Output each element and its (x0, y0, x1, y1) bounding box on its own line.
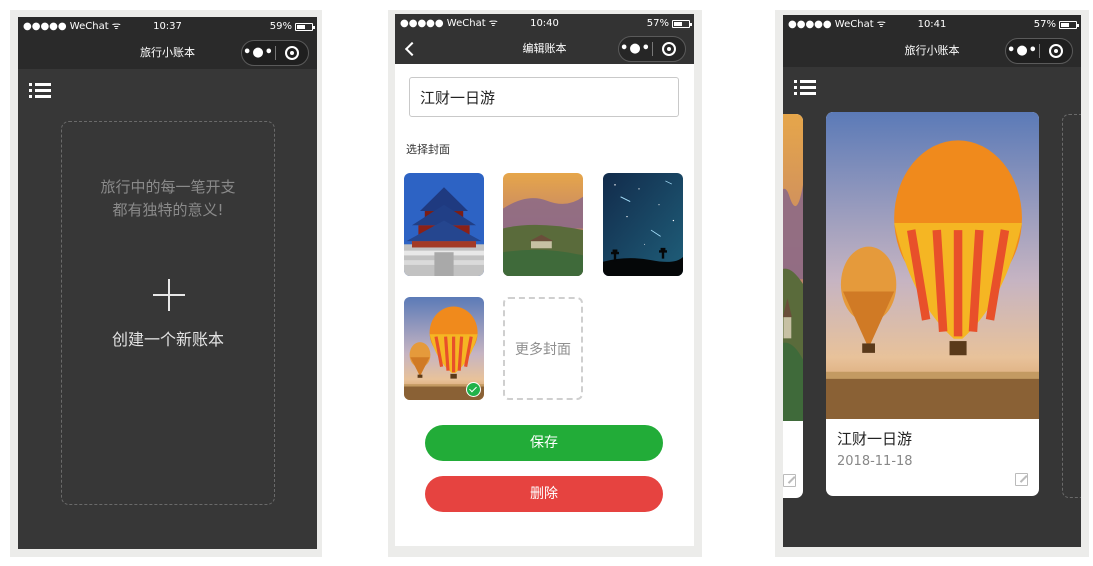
battery-indicator: 57% (646, 14, 692, 33)
more-covers-label: 更多封面 (515, 341, 571, 358)
battery-icon (672, 19, 692, 28)
phone-frame-home: ●●●●● WeChat ᯤ 10:37 59% 旅行小账本 •●• 旅行中的每… (10, 10, 322, 557)
cover-option-hills[interactable] (503, 173, 583, 276)
night-sky-cover-image (603, 173, 683, 276)
nav-bar: 编辑账本 •●• (395, 33, 694, 64)
cover-section-label: 选择封面 (406, 143, 450, 156)
more-menu-button[interactable]: •●• (242, 40, 275, 66)
create-book-label: 创建一个新账本 (111, 330, 224, 349)
cover-option-night-sky[interactable] (603, 173, 683, 276)
more-menu-button[interactable]: •●• (1006, 38, 1039, 64)
battery-fill (1061, 22, 1069, 27)
selected-check-icon (466, 382, 481, 397)
battery-percent: 59% (269, 21, 292, 32)
edit-icon[interactable] (1015, 473, 1028, 486)
target-icon (1049, 44, 1063, 58)
close-mini-program-button[interactable] (276, 46, 308, 60)
home-screen: ●●●●● WeChat ᯤ 10:37 59% 旅行小账本 •●• 旅行中的每… (18, 17, 317, 549)
edit-icon[interactable] (783, 474, 796, 487)
mini-program-capsule: •●• (1005, 38, 1073, 64)
close-mini-program-button[interactable] (653, 42, 685, 56)
more-covers-button[interactable]: 更多封面 (503, 297, 583, 400)
book-name-input[interactable] (409, 77, 679, 117)
battery-indicator: 57% (1033, 15, 1079, 34)
status-bar: ●●●●● WeChat ᯤ 10:41 57% (783, 15, 1081, 34)
previous-book-cover-image (783, 114, 803, 421)
nav-bar: 旅行小账本 •●• (18, 36, 317, 69)
slogan: 旅行中的每一笔开支 都有独特的意义! (62, 176, 274, 222)
cover-option-temple[interactable] (404, 173, 484, 276)
more-menu-button[interactable]: •●• (619, 36, 652, 62)
next-book-card[interactable] (1062, 114, 1081, 498)
delete-button[interactable]: 删除 (425, 476, 663, 512)
target-icon (285, 46, 299, 60)
create-book-card[interactable]: 旅行中的每一笔开支 都有独特的意义! 创建一个新账本 (61, 121, 275, 505)
book-card[interactable]: 江财一日游 2018-11-18 (826, 112, 1039, 496)
hills-cover-image (503, 173, 583, 276)
list-menu-icon[interactable] (29, 83, 51, 101)
book-name: 江财一日游 (837, 430, 913, 448)
slogan-line-2: 都有独特的意义! (112, 201, 224, 219)
cover-option-balloon-selected[interactable] (404, 297, 484, 400)
previous-book-card[interactable] (783, 114, 803, 498)
battery-icon (1059, 20, 1079, 29)
battery-fill (297, 24, 306, 29)
battery-percent: 57% (1033, 19, 1056, 30)
battery-percent: 57% (646, 18, 669, 29)
plus-icon (153, 279, 185, 311)
edit-screen: ●●●●● WeChat ᯤ 10:40 57% 编辑账本 •●• 选择封面 (395, 14, 694, 546)
book-cover-image (826, 112, 1039, 419)
nav-bar: 旅行小账本 •●• (783, 34, 1081, 67)
battery-fill (674, 21, 682, 26)
status-bar: ●●●●● WeChat ᯤ 10:37 59% (18, 17, 317, 36)
list-menu-icon[interactable] (794, 80, 816, 98)
temple-cover-image (404, 173, 484, 276)
mini-program-capsule: •●• (241, 40, 309, 66)
battery-indicator: 59% (269, 17, 315, 36)
mini-program-capsule: •●• (618, 36, 686, 62)
phone-frame-edit: ●●●●● WeChat ᯤ 10:40 57% 编辑账本 •●• 选择封面 (388, 10, 702, 557)
book-date: 2018-11-18 (837, 454, 913, 469)
close-mini-program-button[interactable] (1040, 44, 1072, 58)
books-screen: ●●●●● WeChat ᯤ 10:41 57% 旅行小账本 •●• 江财一日游… (783, 15, 1081, 547)
status-bar: ●●●●● WeChat ᯤ 10:40 57% (395, 14, 694, 33)
save-button[interactable]: 保存 (425, 425, 663, 461)
phone-frame-books: ●●●●● WeChat ᯤ 10:41 57% 旅行小账本 •●• 江财一日游… (775, 10, 1089, 557)
slogan-line-1: 旅行中的每一笔开支 (100, 178, 236, 196)
target-icon (662, 42, 676, 56)
battery-icon (295, 22, 315, 31)
